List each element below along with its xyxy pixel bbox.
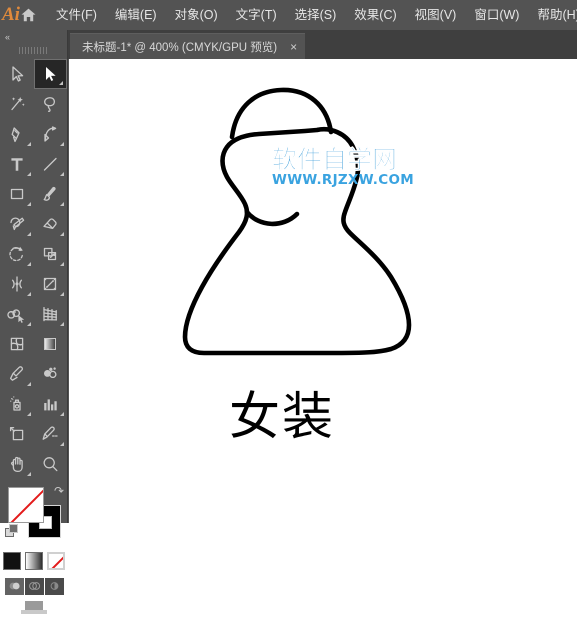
app-logo: Ai	[2, 4, 20, 25]
panel-drag-grip[interactable]	[0, 44, 67, 57]
selection-tool[interactable]	[1, 59, 34, 89]
color-mode-solid[interactable]	[3, 551, 21, 570]
artboard-tool[interactable]	[1, 419, 34, 449]
perspective-grid-tool[interactable]	[34, 299, 67, 329]
fill-swatch[interactable]	[8, 487, 44, 523]
gradient-tool[interactable]	[34, 329, 67, 359]
hand-tool[interactable]	[1, 449, 34, 479]
type-tool[interactable]	[1, 149, 34, 179]
slice-tool[interactable]	[34, 419, 67, 449]
menu-effect[interactable]: 效果(C)	[345, 0, 405, 30]
shape-builder-tool[interactable]	[1, 299, 34, 329]
paintbrush-tool[interactable]	[34, 179, 67, 209]
menu-item-list: 文件(F) 编辑(E) 对象(O) 文字(T) 选择(S) 效果(C) 视图(V) 窗口(W)…	[47, 0, 577, 30]
draw-mode-buttons	[0, 574, 68, 598]
lasso-tool[interactable]	[34, 89, 67, 119]
dress-outline-drawing[interactable]	[69, 59, 577, 523]
draw-normal-mode[interactable]	[4, 577, 24, 595]
draw-inside-mode[interactable]	[44, 577, 64, 595]
pen-tool[interactable]	[1, 119, 34, 149]
symbol-sprayer-tool[interactable]	[1, 389, 34, 419]
menu-type[interactable]: 文字(T)	[227, 0, 286, 30]
direct-selection-tool[interactable]	[33, 59, 67, 89]
draw-behind-mode[interactable]	[24, 577, 44, 595]
change-screen-mode-button[interactable]	[0, 598, 68, 618]
menu-bar: Ai 文件(F) 编辑(E) 对象(O) 文字(T) 选择(S) 效果(C) 视图(V) 窗口…	[0, 0, 577, 30]
document-canvas[interactable]: 软件自学网 WWW.RJZXW.COM 女装	[69, 59, 577, 523]
menu-select[interactable]: 选择(S)	[286, 0, 346, 30]
rotate-tool[interactable]	[1, 239, 34, 269]
scale-tool[interactable]	[34, 239, 67, 269]
document-tab[interactable]: 未标题-1* @ 400% (CMYK/GPU 预览) ×	[70, 33, 306, 59]
blend-tool[interactable]	[34, 359, 67, 389]
tools-panel: « ↷	[0, 30, 68, 614]
document-tab-bar: 未标题-1* @ 400% (CMYK/GPU 预览) ×	[0, 30, 577, 59]
menu-file[interactable]: 文件(F)	[47, 0, 106, 30]
curvature-tool[interactable]	[34, 119, 67, 149]
line-segment-tool[interactable]	[34, 149, 67, 179]
artwork-caption-text[interactable]: 女装	[229, 392, 335, 443]
eraser-tool[interactable]	[34, 209, 67, 239]
swap-fill-stroke-icon[interactable]: ↷	[54, 484, 64, 498]
menu-window[interactable]: 窗口(W)	[465, 0, 528, 30]
menu-help[interactable]: 帮助(H)	[528, 0, 577, 30]
tool-grid	[0, 59, 67, 479]
eyedropper-tool[interactable]	[1, 359, 34, 389]
paint-mode-buttons	[0, 547, 68, 574]
document-tab-title: 未标题-1* @ 400% (CMYK/GPU 预览)	[82, 41, 278, 54]
home-icon[interactable]	[20, 0, 37, 30]
illustrator-window: Ai 文件(F) 编辑(E) 对象(O) 文字(T) 选择(S) 效果(C) 视图(V) 窗口…	[0, 0, 577, 614]
color-mode-gradient[interactable]	[25, 551, 43, 570]
color-mode-none[interactable]	[47, 551, 65, 570]
shaper-pencil-tool[interactable]	[1, 209, 34, 239]
magic-wand-tool[interactable]	[1, 89, 34, 119]
menu-edit[interactable]: 编辑(E)	[106, 0, 166, 30]
width-tool[interactable]	[1, 269, 34, 299]
column-graph-tool[interactable]	[34, 389, 67, 419]
mesh-tool[interactable]	[1, 329, 34, 359]
free-transform-tool[interactable]	[34, 269, 67, 299]
fill-stroke-controls: ↷	[0, 483, 68, 545]
close-icon[interactable]: ×	[290, 41, 297, 53]
default-fill-stroke-icon[interactable]	[5, 524, 19, 543]
rectangle-tool[interactable]	[1, 179, 34, 209]
menu-object[interactable]: 对象(O)	[166, 0, 227, 30]
zoom-tool[interactable]	[34, 449, 67, 479]
collapse-panel-icon[interactable]: «	[0, 30, 67, 44]
menu-view[interactable]: 视图(V)	[406, 0, 466, 30]
